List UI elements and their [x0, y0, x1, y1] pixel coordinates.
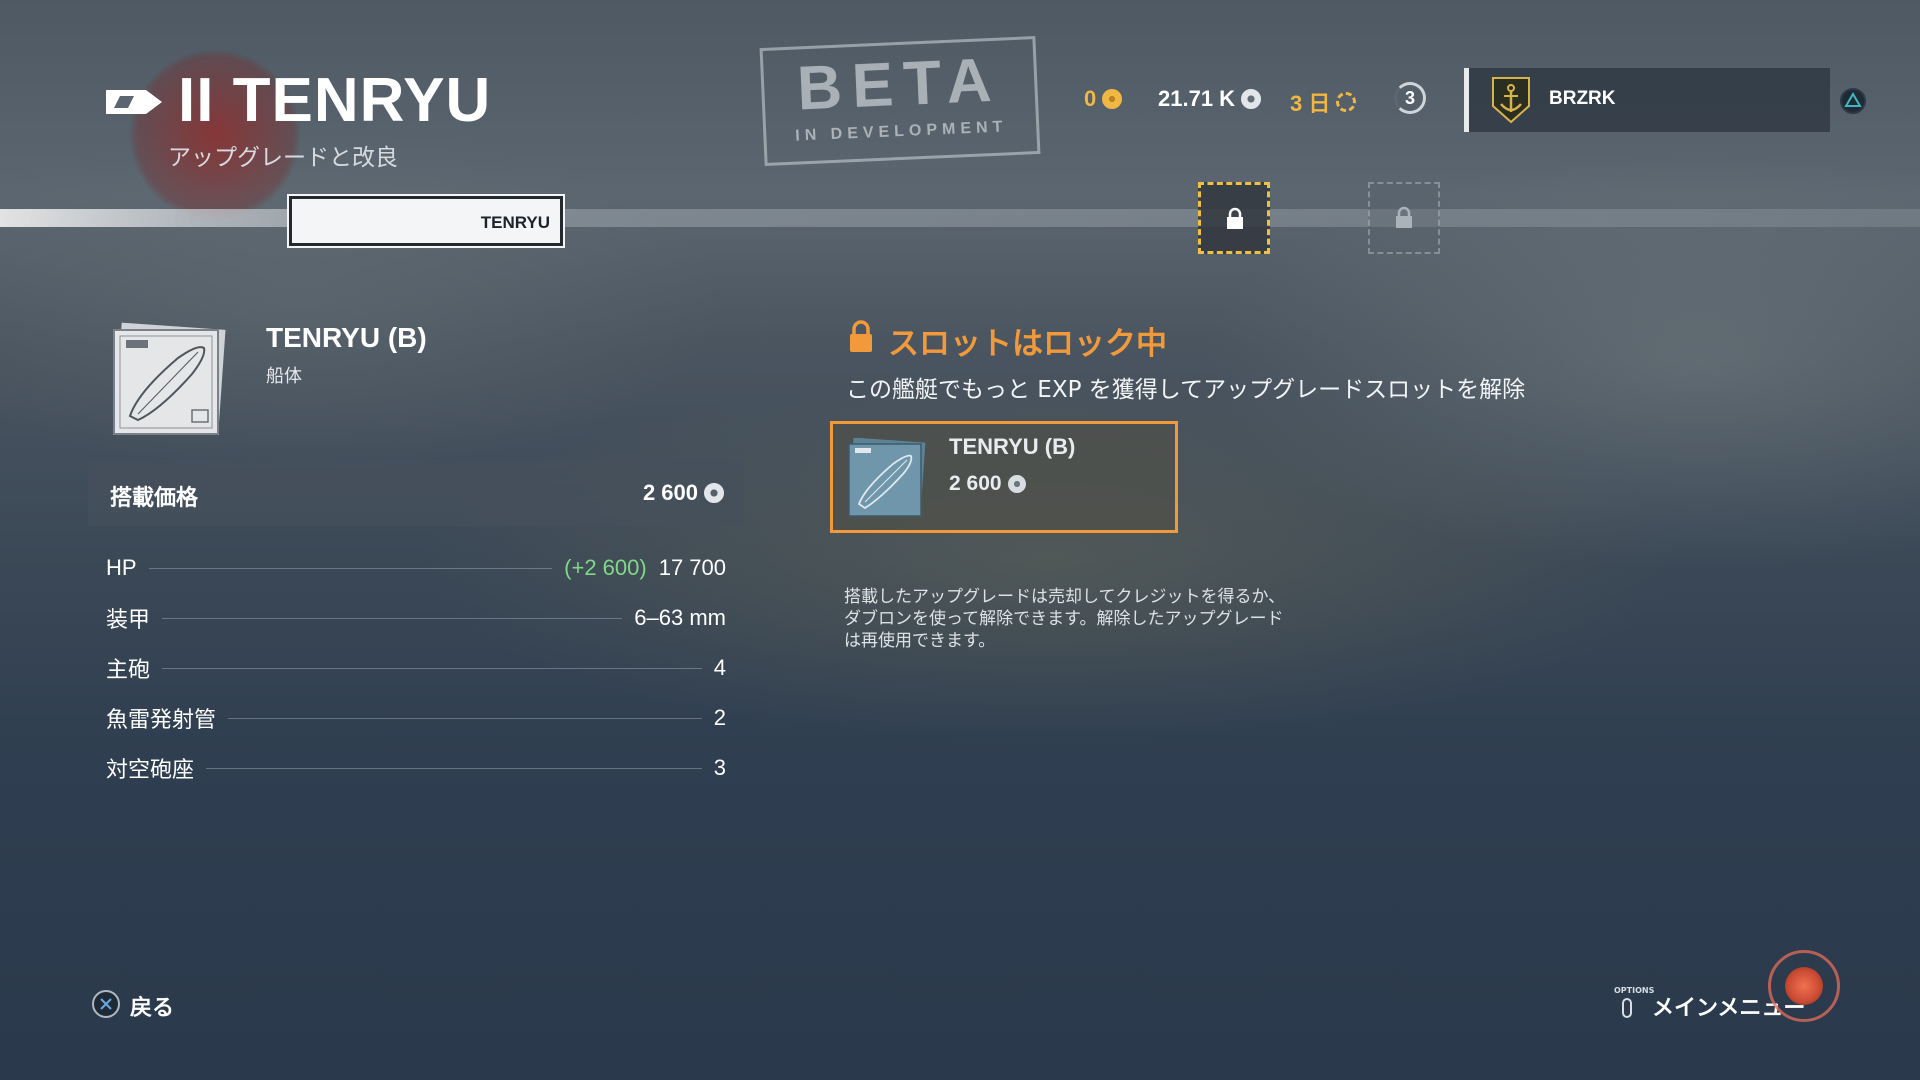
upgrade-slot-rail: [0, 209, 1920, 227]
cross-icon: [100, 998, 112, 1010]
anchor-badge-icon: [1492, 77, 1530, 124]
options-label: OPTIONS: [1614, 986, 1655, 995]
price-label: 搭載価格: [110, 486, 199, 511]
upgrade-slot-active[interactable]: TENRYU: [289, 196, 563, 246]
module-name: TENRYU (B): [266, 322, 427, 353]
credit-icon: [704, 483, 724, 503]
slot-active-label: TENRYU: [480, 213, 550, 232]
options-button-icon[interactable]: [1622, 998, 1632, 1018]
price-value: 2 600: [642, 480, 698, 505]
stat-label: 装甲: [106, 607, 151, 632]
game-logo-icon: [1768, 950, 1840, 1022]
module-type: 船体: [266, 366, 302, 387]
stat-value: 4: [713, 655, 726, 680]
doubloons-value: 0: [1084, 86, 1097, 111]
hull-blueprint-icon: [848, 438, 926, 517]
mount-price-bar: 搭載価格 2 600: [88, 460, 744, 526]
credits-counter: 21.71 K: [1158, 86, 1262, 112]
credits-value: 21.71 K: [1158, 86, 1236, 111]
stat-row-hp: HP (+2 600) 17 700: [106, 552, 726, 584]
upgrade-card-name: TENRYU (B): [949, 434, 1076, 459]
hull-blueprint-icon: [113, 322, 226, 435]
stat-row-main-guns: 主砲 4: [106, 652, 726, 684]
stat-label: HP: [106, 555, 137, 580]
stat-value: 6–63 mm: [634, 605, 726, 630]
back-button[interactable]: 戻る: [130, 990, 174, 1022]
slot-locked-description: この艦艇でもっと EXP を獲得してアップグレードスロットを解除: [846, 377, 1526, 403]
stat-value: 17 700: [658, 555, 726, 580]
stat-label: 対空砲座: [106, 757, 195, 782]
beta-label: BETA: [795, 45, 1003, 124]
lock-icon: [1227, 207, 1243, 229]
stat-leader-line: [148, 567, 553, 569]
credit-icon: [1007, 475, 1026, 493]
stat-label: 主砲: [106, 657, 151, 682]
doubloons-counter: 0: [1084, 86, 1123, 112]
service-level-badge: 3: [1394, 82, 1426, 114]
profile-bar[interactable]: BRZRK: [1464, 68, 1830, 132]
beta-stamp: BETA IN DEVELOPMENT: [759, 36, 1041, 166]
premium-icon: [1336, 92, 1357, 112]
triangle-icon: [1844, 92, 1862, 107]
upgrade-slot-locked[interactable]: [1368, 182, 1440, 254]
upgrade-info-text: 搭載したアップグレードは売却してクレジットを得るか、 ダブロンを使って解除できま…: [844, 587, 1286, 651]
stat-leader-line: [162, 667, 702, 669]
price-value-wrap: 2 600: [643, 480, 724, 506]
stat-value: 3: [713, 755, 726, 780]
stat-leader-line: [162, 617, 623, 619]
upgrade-card-price-wrap: 2 600: [949, 472, 1026, 496]
cross-button-icon[interactable]: [92, 990, 120, 1018]
premium-time-counter: 3 日: [1290, 86, 1357, 118]
premium-time-value: 3 日: [1290, 91, 1331, 116]
credit-icon: [1241, 89, 1262, 109]
stat-value: 2: [713, 705, 726, 730]
upgrade-card-price: 2 600: [949, 472, 1002, 495]
profile-name: BRZRK: [1549, 88, 1616, 109]
stat-label: 魚雷発射管: [106, 707, 217, 732]
page-subtitle: アップグレードと改良: [168, 145, 398, 171]
ship-title: II TENRYU: [178, 66, 492, 135]
doubloon-icon: [1102, 89, 1123, 109]
triangle-button-icon[interactable]: [1840, 88, 1866, 114]
stat-bonus: (+2 600): [564, 555, 647, 580]
upgrade-card[interactable]: TENRYU (B) 2 600: [830, 421, 1178, 533]
stat-row-aa-mounts: 対空砲座 3: [106, 752, 726, 784]
stat-leader-line: [206, 767, 702, 769]
slot-locked-title: スロットはロック中: [888, 326, 1167, 362]
upgrade-slot-locked-selected[interactable]: [1198, 182, 1270, 254]
cruiser-class-icon: [106, 90, 162, 114]
stat-leader-line: [228, 717, 702, 719]
stat-row-torpedo-tubes: 魚雷発射管 2: [106, 702, 726, 734]
lock-icon: [1396, 206, 1412, 228]
logo-emblem: [1785, 967, 1823, 1005]
lock-icon: [850, 320, 872, 352]
stat-row-armor: 装甲 6–63 mm: [106, 602, 726, 634]
